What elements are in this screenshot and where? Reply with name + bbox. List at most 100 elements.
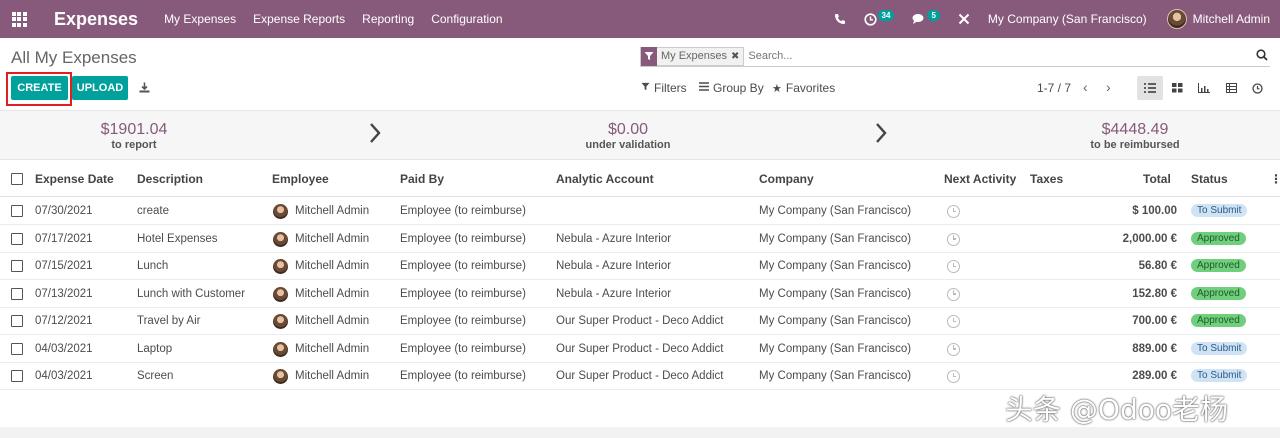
activity-badge: 34 bbox=[877, 9, 895, 21]
column-paid-by[interactable]: Paid By bbox=[400, 172, 444, 186]
activity-clock-icon[interactable] bbox=[947, 287, 960, 301]
cell-company: My Company (San Francisco) bbox=[759, 260, 912, 272]
activity-view-icon[interactable] bbox=[1244, 76, 1270, 100]
chevron-right-icon bbox=[369, 122, 381, 147]
column-description[interactable]: Description bbox=[137, 172, 203, 186]
table-row[interactable]: 04/03/2021 Laptop Mitchell Admin Employee (… bbox=[0, 336, 1280, 363]
filters-toggle[interactable]: Filters bbox=[641, 81, 687, 95]
column-taxes[interactable]: Taxes bbox=[1030, 172, 1063, 186]
kanban-view-icon[interactable] bbox=[1164, 76, 1190, 100]
pager-next-icon[interactable]: › bbox=[1106, 79, 1111, 95]
facet-close-icon[interactable]: ✖ bbox=[731, 51, 743, 62]
chat-icon[interactable]: 5 bbox=[912, 9, 940, 25]
cell-paid-by: Employee (to reimburse) bbox=[400, 205, 526, 217]
activity-clock-icon[interactable] bbox=[947, 342, 960, 356]
expense-summary-panel: $1901.04 to report $0.00 under validatio… bbox=[0, 110, 1280, 160]
row-checkbox[interactable] bbox=[11, 232, 23, 245]
groupby-label: Group By bbox=[713, 81, 764, 95]
table-row[interactable]: 07/12/2021 Travel by Air Mitchell Admin Emp… bbox=[0, 308, 1280, 335]
summary-under-validation[interactable]: $0.00 under validation bbox=[573, 121, 683, 151]
favorites-toggle[interactable]: ★ Favorites bbox=[772, 81, 835, 95]
cell-date: 07/15/2021 bbox=[35, 260, 93, 272]
column-analytic-account[interactable]: Analytic Account bbox=[556, 172, 654, 186]
download-icon[interactable] bbox=[139, 82, 150, 96]
menu-configuration[interactable]: Configuration bbox=[431, 12, 502, 26]
menu-expense-reports[interactable]: Expense Reports bbox=[253, 12, 345, 26]
cell-date: 04/03/2021 bbox=[35, 370, 93, 382]
table-row[interactable]: 07/17/2021 Hotel Expenses Mitchell Admin Em… bbox=[0, 226, 1280, 253]
cell-total: 56.80 € bbox=[1138, 260, 1177, 272]
cell-paid-by: Employee (to reimburse) bbox=[400, 232, 526, 245]
search-icon[interactable] bbox=[1256, 49, 1268, 64]
column-next-activity[interactable]: Next Activity bbox=[944, 172, 1016, 186]
summary-label: under validation bbox=[585, 139, 671, 151]
list-view-icon[interactable] bbox=[1137, 76, 1163, 100]
row-checkbox[interactable] bbox=[11, 370, 23, 382]
table-row[interactable]: 07/15/2021 Lunch Mitchell Admin Employee (t… bbox=[0, 253, 1280, 280]
column-company[interactable]: Company bbox=[759, 172, 814, 186]
select-all-checkbox[interactable] bbox=[11, 173, 23, 185]
cell-date: 04/03/2021 bbox=[35, 342, 93, 355]
activity-clock-icon[interactable] bbox=[947, 232, 960, 246]
apps-grid-icon[interactable] bbox=[0, 0, 38, 38]
activity-clock-icon[interactable]: 34 bbox=[863, 9, 895, 26]
menu-my-expenses[interactable]: My Expenses bbox=[164, 12, 236, 26]
cell-paid-by: Employee (to reimburse) bbox=[400, 260, 526, 272]
row-checkbox[interactable] bbox=[11, 205, 23, 217]
breadcrumb: All My Expenses bbox=[11, 48, 137, 67]
employee-avatar bbox=[273, 259, 288, 274]
row-checkbox[interactable] bbox=[11, 260, 23, 272]
search-input[interactable] bbox=[748, 50, 1229, 62]
favorites-label: Favorites bbox=[785, 81, 836, 95]
row-checkbox[interactable] bbox=[11, 315, 23, 327]
menu-reporting[interactable]: Reporting bbox=[362, 12, 414, 26]
employee-avatar bbox=[273, 369, 288, 384]
status-badge: To Submit bbox=[1191, 341, 1248, 355]
row-checkbox[interactable] bbox=[11, 342, 23, 355]
employee-avatar bbox=[273, 231, 288, 247]
star-icon: ★ bbox=[772, 82, 782, 95]
cell-total: 700.00 € bbox=[1132, 315, 1177, 327]
column-status[interactable]: Status bbox=[1191, 172, 1228, 186]
pivot-view-icon[interactable] bbox=[1218, 76, 1244, 100]
footer-area bbox=[0, 427, 1280, 438]
employee-avatar bbox=[273, 286, 288, 302]
tools-icon[interactable] bbox=[958, 13, 970, 25]
column-employee[interactable]: Employee bbox=[272, 172, 329, 186]
graph-view-icon[interactable] bbox=[1191, 76, 1217, 100]
user-menu[interactable]: Mitchell Admin bbox=[1193, 12, 1270, 26]
column-options-icon[interactable]: ⋮ bbox=[1270, 172, 1280, 186]
activity-clock-icon[interactable] bbox=[947, 370, 960, 383]
summary-to-be-reimbursed[interactable]: $4448.49 to be reimbursed bbox=[1080, 121, 1190, 151]
filter-icon bbox=[641, 46, 657, 66]
cell-employee: Mitchell Admin bbox=[295, 287, 370, 300]
groupby-toggle[interactable]: Group By bbox=[699, 81, 764, 95]
table-row[interactable]: 07/30/2021 create Mitchell Admin Employee (… bbox=[0, 198, 1280, 225]
pager-previous-icon[interactable]: ‹ bbox=[1083, 79, 1088, 95]
table-row[interactable]: 07/13/2021 Lunch with Customer Mitchell Ad… bbox=[0, 281, 1280, 308]
cell-description: Laptop bbox=[137, 342, 173, 355]
cell-employee: Mitchell Admin bbox=[295, 315, 370, 327]
pager-value[interactable]: 1-7 / 7 bbox=[1037, 81, 1071, 95]
cell-employee: Mitchell Admin bbox=[295, 260, 370, 272]
cell-analytic: Nebula - Azure Interior bbox=[556, 287, 672, 300]
summary-label: to report bbox=[111, 139, 157, 151]
app-brand[interactable]: Expenses bbox=[54, 9, 138, 30]
row-checkbox[interactable] bbox=[11, 287, 23, 300]
phone-icon[interactable] bbox=[834, 13, 846, 25]
table-header: Expense Date Description Employee Paid B… bbox=[0, 161, 1280, 197]
activity-clock-icon[interactable] bbox=[947, 205, 960, 218]
summary-to-report[interactable]: $1901.04 to report bbox=[84, 121, 184, 151]
cell-analytic: Our Super Product - Deco Addict bbox=[556, 342, 724, 355]
column-total[interactable]: Total bbox=[1143, 172, 1171, 186]
filter-icon bbox=[641, 82, 650, 94]
user-avatar[interactable] bbox=[1166, 9, 1187, 29]
upload-button[interactable]: UPLOAD bbox=[72, 76, 128, 100]
cell-total: 289.00 € bbox=[1132, 370, 1177, 382]
column-expense-date[interactable]: Expense Date bbox=[35, 172, 114, 186]
activity-clock-icon[interactable] bbox=[947, 260, 960, 273]
table-row[interactable]: 04/03/2021 Screen Mitchell Admin Employee (… bbox=[0, 363, 1280, 390]
activity-clock-icon[interactable] bbox=[947, 315, 960, 328]
company-switcher[interactable]: My Company (San Francisco) bbox=[988, 12, 1147, 26]
cell-date: 07/30/2021 bbox=[35, 205, 93, 217]
